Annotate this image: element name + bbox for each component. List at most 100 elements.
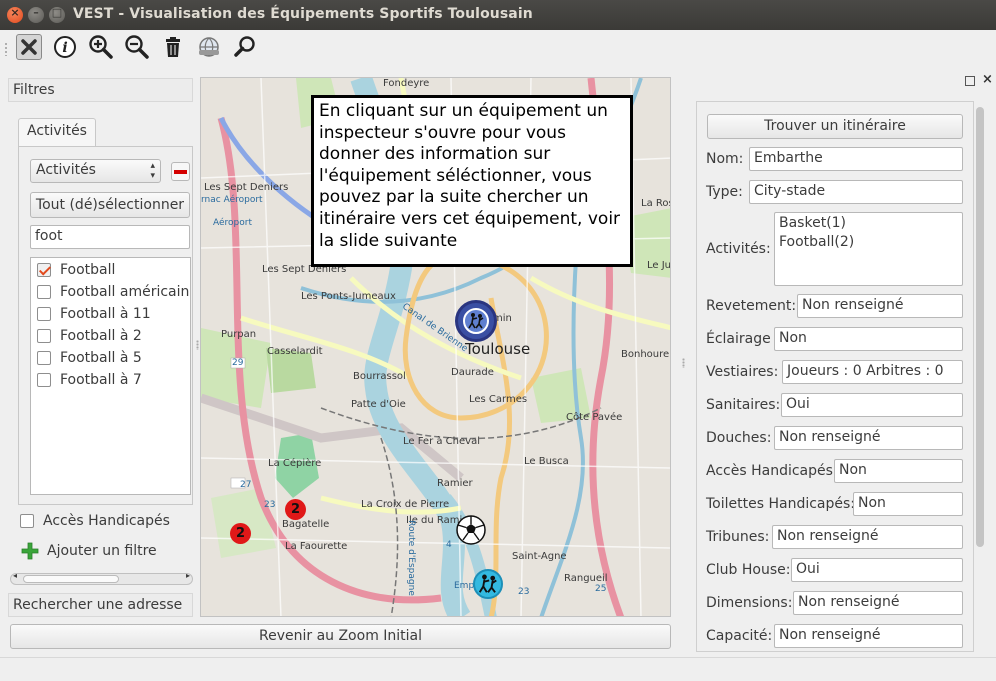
splitter-handle[interactable] [196, 340, 199, 350]
list-item[interactable]: Football à 2 [37, 326, 142, 346]
window-close-button[interactable]: × [7, 6, 23, 23]
minus-icon [174, 170, 187, 174]
handicap-filter[interactable]: Accès Handicapés [20, 513, 170, 529]
field-activities[interactable]: Basket(1) Football(2) [774, 212, 963, 286]
list-item[interactable]: Football à 7 [37, 370, 142, 390]
list-item[interactable]: Football à 5 [37, 348, 142, 368]
map-label: La Cépière [268, 458, 322, 469]
field-label-sanitary: Sanitaires: [706, 397, 781, 413]
list-item-label: Football à 7 [60, 372, 142, 388]
window-maximize-button[interactable]: □ [49, 6, 65, 23]
map-label: Bourrassol [353, 371, 406, 382]
list-item[interactable]: Football à 11 [37, 304, 151, 324]
inspector-scrollbar[interactable] [974, 102, 986, 650]
maximize-icon: □ [51, 6, 63, 19]
add-filter-button[interactable]: Ajouter un filtre [20, 541, 157, 561]
tab-activities[interactable]: Activités [18, 118, 96, 146]
dock-float-icon[interactable] [965, 76, 975, 86]
map-label: Rangueil [564, 573, 608, 584]
window-minimize-button[interactable]: – [28, 6, 44, 23]
zoom-in-tool-button[interactable] [88, 34, 114, 60]
selected-equipment-marker[interactable] [455, 300, 497, 342]
filters-panel-header: Filtres [8, 78, 193, 102]
toolbar-grip[interactable] [4, 42, 8, 56]
map-label: Les Ponts-Jumeaux [301, 291, 396, 302]
list-item-label: Football à 5 [60, 350, 142, 366]
map-label: Côte Pavée [566, 412, 623, 423]
field-sanitary[interactable]: Oui [781, 393, 963, 417]
address-search-header[interactable]: Rechercher une adresse [8, 593, 193, 617]
combo-arrows-icon: ▴ ▾ [150, 161, 155, 181]
scrollbar-thumb[interactable] [976, 107, 984, 547]
field-lighting[interactable]: Non [774, 327, 963, 351]
road-number: 23 [518, 587, 530, 597]
zoom-out-icon [125, 35, 149, 59]
checkbox[interactable] [20, 514, 34, 528]
delete-tool-button[interactable] [160, 34, 186, 60]
soccer-ball-icon [456, 515, 486, 545]
info-icon: i [54, 36, 76, 58]
select-all-button[interactable]: Tout (dé)sélectionner [30, 192, 190, 218]
find-route-button[interactable]: Trouver un itinéraire [707, 114, 963, 139]
field-stands[interactable]: Non renseigné [772, 525, 963, 549]
basketball-players-icon [463, 308, 489, 334]
reset-zoom-button[interactable]: Revenir au Zoom Initial [10, 624, 671, 649]
checkbox[interactable] [37, 373, 51, 387]
toolbar: i [0, 30, 996, 66]
minimize-icon: – [33, 6, 39, 19]
football-equipment-marker[interactable] [455, 514, 487, 546]
list-item[interactable]: Football américain [37, 282, 189, 302]
map-label: Bagatelle [282, 519, 330, 530]
map-label: Aéroport [213, 218, 252, 228]
field-label-changing-rooms: Vestiaires: [706, 364, 779, 380]
list-item-label: Football américain [60, 284, 190, 300]
deselect-tool-button[interactable] [16, 34, 42, 60]
cluster-marker[interactable]: 2 [230, 523, 251, 544]
field-name[interactable]: Embarthe [749, 147, 963, 171]
checkbox[interactable] [37, 329, 51, 343]
field-changing-rooms[interactable]: Joueurs : 0 Arbitres : 0 [782, 360, 963, 384]
field-dimensions[interactable]: Non renseigné [793, 591, 963, 615]
field-label-club-house: Club House: [706, 562, 791, 578]
field-showers[interactable]: Non renseigné [774, 426, 963, 450]
field-disabled-access[interactable]: Non [834, 459, 963, 483]
field-label-surface: Revetement: [706, 298, 797, 314]
zoom-out-tool-button[interactable] [124, 34, 150, 60]
activity-search-input[interactable]: foot [30, 225, 190, 249]
cluster-marker[interactable]: 2 [285, 499, 306, 520]
checkbox[interactable] [37, 307, 51, 321]
checkbox[interactable] [37, 351, 51, 365]
window-title: VEST - Visualisation des Équipements Spo… [73, 6, 533, 22]
field-capacity[interactable]: Non renseigné [774, 624, 963, 648]
field-label-disabled-access: Accès Handicapés: [706, 463, 838, 479]
scroll-left-icon: ◂ [13, 571, 18, 580]
map-label: Patte d'Oie [351, 399, 406, 410]
checkbox[interactable] [37, 285, 51, 299]
road-number: 27 [240, 480, 252, 490]
left-panel-hscrollbar[interactable]: ◂ ▸ [10, 571, 193, 585]
map-label: rnac Aéroport [201, 195, 263, 205]
activities-list: Football Football américain Football à 1… [30, 257, 191, 495]
map-view[interactable]: Fondeyre Les Sept Deniers Les Sept Denie… [200, 77, 671, 617]
list-item[interactable]: Football [37, 260, 115, 280]
splitter-handle[interactable] [682, 358, 685, 368]
field-surface[interactable]: Non renseigné [797, 294, 963, 318]
equipment-marker[interactable] [473, 569, 503, 599]
svg-text:i: i [62, 40, 67, 56]
map-label: Saint-Agne [512, 551, 567, 562]
search-tool-button[interactable] [232, 34, 258, 60]
map-label: Les Carmes [469, 394, 528, 405]
field-label-lighting: Éclairage [706, 331, 771, 347]
globe-tool-button[interactable] [196, 34, 222, 60]
field-disabled-toilets[interactable]: Non [853, 492, 963, 516]
info-tool-button[interactable]: i [52, 34, 78, 60]
scrollbar-thumb[interactable] [23, 575, 119, 583]
field-club-house[interactable]: Oui [791, 558, 963, 582]
field-label-disabled-toilets: Toilettes Handicapés: [706, 496, 856, 512]
field-type[interactable]: City-stade [749, 180, 963, 204]
remove-filter-button[interactable] [171, 162, 190, 181]
activities-combo[interactable]: Activités ▴ ▾ [30, 159, 161, 183]
map-label: La Croix de Pierre [361, 499, 450, 510]
checkbox-checked[interactable] [37, 263, 51, 277]
dock-close-icon[interactable]: × [982, 72, 993, 87]
